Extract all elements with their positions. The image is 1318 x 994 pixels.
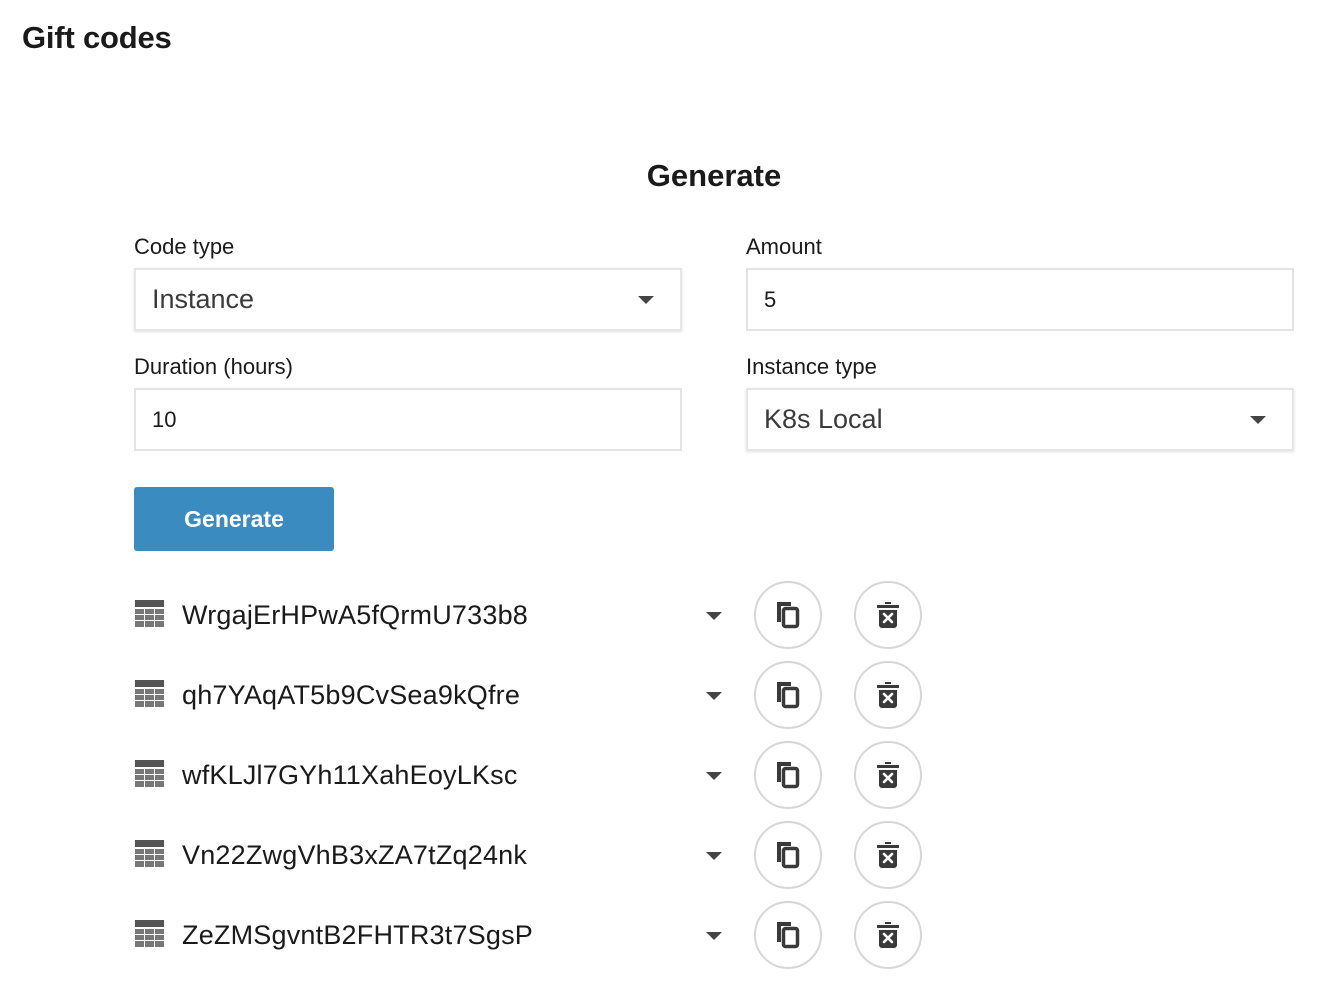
- amount-label: Amount: [746, 230, 1294, 264]
- instance-type-field: Instance type K8s Local: [746, 350, 1294, 451]
- trash-icon: [876, 761, 900, 789]
- instance-type-select[interactable]: K8s Local: [746, 388, 1294, 451]
- trash-icon: [876, 921, 900, 949]
- generate-button[interactable]: Generate: [134, 487, 334, 551]
- table-icon: [135, 840, 164, 868]
- trash-icon: [876, 841, 900, 869]
- delete-button[interactable]: [854, 661, 922, 729]
- table-icon: [135, 760, 164, 788]
- amount-field: Amount 5: [746, 230, 1294, 331]
- instance-type-value: K8s Local: [764, 404, 883, 435]
- copy-icon: [774, 840, 802, 870]
- delete-button[interactable]: [854, 581, 922, 649]
- amount-value: 5: [764, 287, 776, 313]
- copy-button[interactable]: [754, 581, 822, 649]
- code-text: WrgajErHPwA5fQrmU733b8: [182, 580, 528, 650]
- copy-button[interactable]: [754, 901, 822, 969]
- delete-button[interactable]: [854, 741, 922, 809]
- generate-section-title: Generate: [0, 158, 1318, 194]
- expand-caret-icon[interactable]: [706, 772, 722, 780]
- amount-input[interactable]: 5: [746, 268, 1294, 331]
- code-list-item: Vn22ZwgVhB3xZA7tZq24nk: [134, 820, 934, 890]
- expand-caret-icon[interactable]: [706, 852, 722, 860]
- code-text: qh7YAqAT5b9CvSea9kQfre: [182, 660, 520, 730]
- code-text: wfKLJl7GYh11XahEoyLKsc: [182, 740, 518, 810]
- trash-icon: [876, 601, 900, 629]
- caret-down-icon: [1250, 416, 1266, 424]
- duration-input[interactable]: 10: [134, 388, 682, 451]
- table-icon: [135, 600, 164, 628]
- duration-field: Duration (hours) 10: [134, 350, 682, 451]
- copy-button[interactable]: [754, 821, 822, 889]
- copy-icon: [774, 920, 802, 950]
- caret-down-icon: [638, 296, 654, 304]
- instance-type-label: Instance type: [746, 350, 1294, 384]
- code-type-field: Code type Instance: [134, 230, 682, 331]
- trash-icon: [876, 681, 900, 709]
- code-list-item: ZeZMSgvntB2FHTR3t7SgsP: [134, 900, 934, 970]
- table-icon: [135, 680, 164, 708]
- expand-caret-icon[interactable]: [706, 692, 722, 700]
- copy-icon: [774, 680, 802, 710]
- delete-button[interactable]: [854, 821, 922, 889]
- delete-button[interactable]: [854, 901, 922, 969]
- duration-label: Duration (hours): [134, 350, 682, 384]
- code-type-label: Code type: [134, 230, 682, 264]
- code-list-item: wfKLJl7GYh11XahEoyLKsc: [134, 740, 934, 810]
- code-text: Vn22ZwgVhB3xZA7tZq24nk: [182, 820, 527, 890]
- code-type-select[interactable]: Instance: [134, 268, 682, 331]
- code-text: ZeZMSgvntB2FHTR3t7SgsP: [182, 900, 533, 970]
- copy-icon: [774, 600, 802, 630]
- code-list-item: qh7YAqAT5b9CvSea9kQfre: [134, 660, 934, 730]
- code-list-item: WrgajErHPwA5fQrmU733b8: [134, 580, 934, 650]
- page-title: Gift codes: [22, 20, 172, 56]
- expand-caret-icon[interactable]: [706, 612, 722, 620]
- copy-button[interactable]: [754, 741, 822, 809]
- copy-button[interactable]: [754, 661, 822, 729]
- duration-value: 10: [152, 407, 176, 433]
- table-icon: [135, 920, 164, 948]
- code-type-value: Instance: [152, 284, 254, 315]
- copy-icon: [774, 760, 802, 790]
- expand-caret-icon[interactable]: [706, 932, 722, 940]
